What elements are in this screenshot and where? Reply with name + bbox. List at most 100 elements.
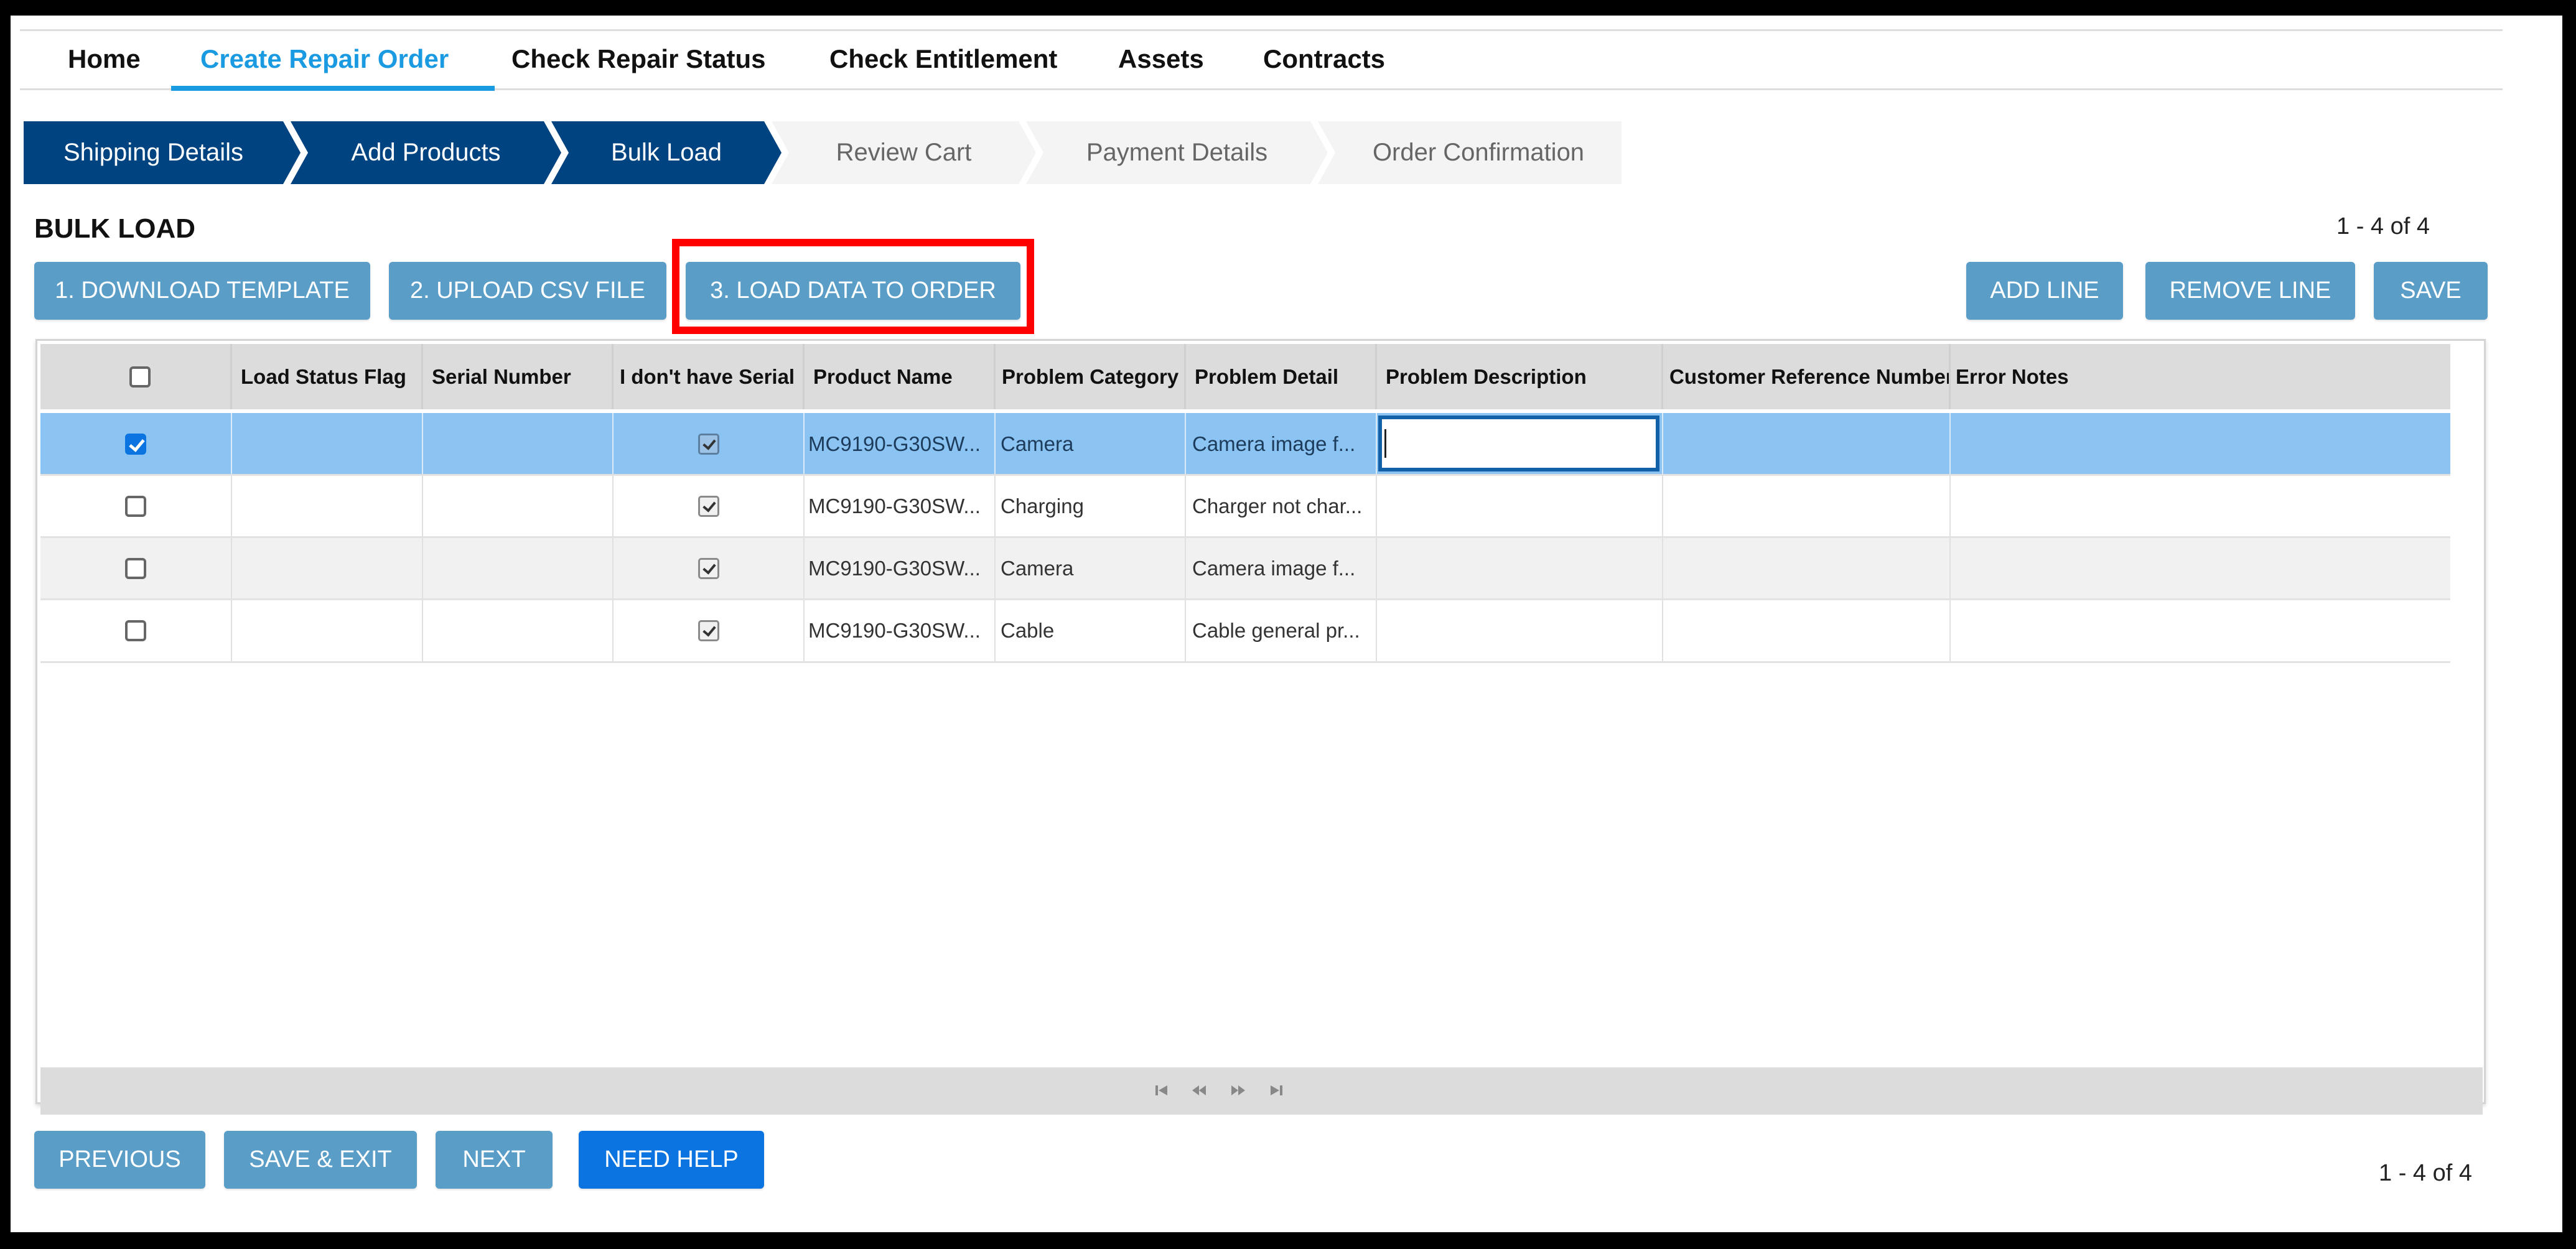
- cell-problem-detail[interactable]: Cable general pr...: [1186, 600, 1377, 662]
- problem-description-input[interactable]: [1378, 416, 1659, 471]
- cell-product-name[interactable]: MC9190-G30SW...: [805, 537, 996, 600]
- cell-load-status-flag[interactable]: [232, 600, 423, 662]
- active-tab-indicator: [171, 86, 495, 91]
- cell-product-name[interactable]: MC9190-G30SW...: [805, 413, 996, 475]
- step-label: Review Cart: [836, 139, 972, 166]
- cell-serial-number[interactable]: [423, 475, 614, 537]
- cell-customer-reference-number[interactable]: [1663, 600, 1951, 662]
- cell-problem-category[interactable]: Charging: [996, 475, 1186, 537]
- header-select-all-cell: [40, 344, 232, 409]
- record-count-bottom: 1 - 4 of 4: [2379, 1160, 2472, 1186]
- cell-serial-number[interactable]: [423, 413, 614, 475]
- cell-problem-description[interactable]: [1377, 475, 1663, 537]
- header-error-notes[interactable]: Error Notes: [1951, 344, 2450, 409]
- row-select-checkbox[interactable]: [125, 558, 146, 579]
- cell-problem-detail[interactable]: Charger not char...: [1186, 475, 1377, 537]
- nav-item-assets[interactable]: Assets: [1118, 44, 1204, 74]
- cell-problem-category[interactable]: Cable: [996, 600, 1186, 662]
- row-select-checkbox[interactable]: [125, 496, 146, 517]
- nav-item-create-repair-order[interactable]: Create Repair Order: [200, 44, 449, 74]
- next-page-icon[interactable]: [1229, 1081, 1248, 1100]
- step-add-products[interactable]: Add Products: [291, 121, 561, 184]
- bulk-load-grid: Load Status Flag Serial Number I don't h…: [35, 339, 2486, 1115]
- header-load-status-flag[interactable]: Load Status Flag: [232, 344, 423, 409]
- header-problem-description[interactable]: Problem Description: [1377, 344, 1663, 409]
- table-row[interactable]: MC9190-G30SW... Charging Charger not cha…: [40, 475, 2450, 537]
- save-button[interactable]: SAVE: [2374, 262, 2488, 320]
- step-label: Add Products: [351, 139, 501, 166]
- remove-line-button[interactable]: REMOVE LINE: [2145, 262, 2355, 320]
- header-customer-reference-number[interactable]: Customer Reference Number: [1663, 344, 1951, 409]
- cell-problem-description: [1377, 413, 1663, 475]
- prev-page-icon[interactable]: [1190, 1081, 1208, 1100]
- previous-button[interactable]: PREVIOUS: [34, 1131, 205, 1189]
- row-select-checkbox[interactable]: [125, 434, 146, 455]
- save-and-exit-button[interactable]: SAVE & EXIT: [224, 1131, 417, 1189]
- cell-problem-description[interactable]: [1377, 537, 1663, 600]
- row-select-checkbox[interactable]: [125, 620, 146, 641]
- cell-error-notes[interactable]: [1951, 413, 2450, 475]
- section-title: BULK LOAD: [34, 213, 196, 244]
- table-row[interactable]: MC9190-G30SW... Camera Camera image f...: [40, 537, 2450, 600]
- nav-item-check-entitlement[interactable]: Check Entitlement: [829, 44, 1057, 74]
- cell-no-serial: [614, 413, 805, 475]
- step-review-cart[interactable]: Review Cart: [772, 121, 1036, 184]
- next-button[interactable]: NEXT: [436, 1131, 553, 1189]
- cell-load-status-flag[interactable]: [232, 475, 423, 537]
- no-serial-checkbox[interactable]: [698, 620, 719, 641]
- row-divider: [40, 661, 2450, 663]
- step-bulk-load[interactable]: Bulk Load: [551, 121, 782, 184]
- cell-error-notes[interactable]: [1951, 475, 2450, 537]
- grid-pager: [40, 1067, 2483, 1115]
- download-template-button[interactable]: 1. DOWNLOAD TEMPLATE: [34, 262, 370, 320]
- cell-problem-category[interactable]: Camera: [996, 537, 1186, 600]
- cell-problem-category[interactable]: Camera: [996, 413, 1186, 475]
- cell-load-status-flag[interactable]: [232, 537, 423, 600]
- cell-product-name[interactable]: MC9190-G30SW...: [805, 600, 996, 662]
- header-serial-number[interactable]: Serial Number: [423, 344, 614, 409]
- cell-problem-detail[interactable]: Camera image f...: [1186, 537, 1377, 600]
- first-page-icon[interactable]: [1152, 1081, 1171, 1100]
- cell-no-serial: [614, 537, 805, 600]
- step-shipping-details[interactable]: Shipping Details: [24, 121, 301, 184]
- cell-customer-reference-number[interactable]: [1663, 475, 1951, 537]
- nav-item-check-repair-status[interactable]: Check Repair Status: [511, 44, 765, 74]
- highlight-annotation-box: [672, 239, 1034, 334]
- cell-customer-reference-number[interactable]: [1663, 413, 1951, 475]
- upload-csv-button[interactable]: 2. UPLOAD CSV FILE: [389, 262, 666, 320]
- cell-error-notes[interactable]: [1951, 600, 2450, 662]
- text-cursor: [1384, 429, 1386, 458]
- row-divider: [40, 474, 2450, 476]
- cell-load-status-flag[interactable]: [232, 413, 423, 475]
- last-page-icon[interactable]: [1267, 1081, 1286, 1100]
- step-payment-details[interactable]: Payment Details: [1026, 121, 1328, 184]
- cell-error-notes[interactable]: [1951, 537, 2450, 600]
- row-select-cell: [40, 537, 232, 600]
- page: Home Create Repair Order Check Repair St…: [11, 16, 2562, 1232]
- nav-item-home[interactable]: Home: [68, 44, 141, 74]
- cell-serial-number[interactable]: [423, 537, 614, 600]
- row-divider: [40, 536, 2450, 538]
- nav-top-divider: [20, 29, 2503, 31]
- header-product-name[interactable]: Product Name: [805, 344, 996, 409]
- table-row[interactable]: MC9190-G30SW... Camera Camera image f...: [40, 413, 2450, 475]
- cell-problem-description[interactable]: [1377, 600, 1663, 662]
- no-serial-checkbox[interactable]: [698, 496, 719, 517]
- header-problem-category[interactable]: Problem Category: [996, 344, 1186, 409]
- table-row[interactable]: MC9190-G30SW... Cable Cable general pr..…: [40, 600, 2450, 662]
- header-problem-detail[interactable]: Problem Detail: [1186, 344, 1377, 409]
- select-all-checkbox[interactable]: [129, 366, 151, 388]
- no-serial-checkbox[interactable]: [698, 434, 719, 455]
- need-help-button[interactable]: NEED HELP: [579, 1131, 764, 1189]
- cell-customer-reference-number[interactable]: [1663, 537, 1951, 600]
- nav-item-contracts[interactable]: Contracts: [1263, 44, 1385, 74]
- cell-serial-number[interactable]: [423, 600, 614, 662]
- grid-header-row: Load Status Flag Serial Number I don't h…: [40, 344, 2450, 409]
- cell-product-name[interactable]: MC9190-G30SW...: [805, 475, 996, 537]
- add-line-button[interactable]: ADD LINE: [1966, 262, 2123, 320]
- step-label: Order Confirmation: [1372, 139, 1585, 166]
- step-order-confirmation[interactable]: Order Confirmation: [1318, 121, 1622, 184]
- no-serial-checkbox[interactable]: [698, 558, 719, 579]
- cell-problem-detail[interactable]: Camera image f...: [1186, 413, 1377, 475]
- header-no-serial[interactable]: I don't have Serial: [614, 344, 805, 409]
